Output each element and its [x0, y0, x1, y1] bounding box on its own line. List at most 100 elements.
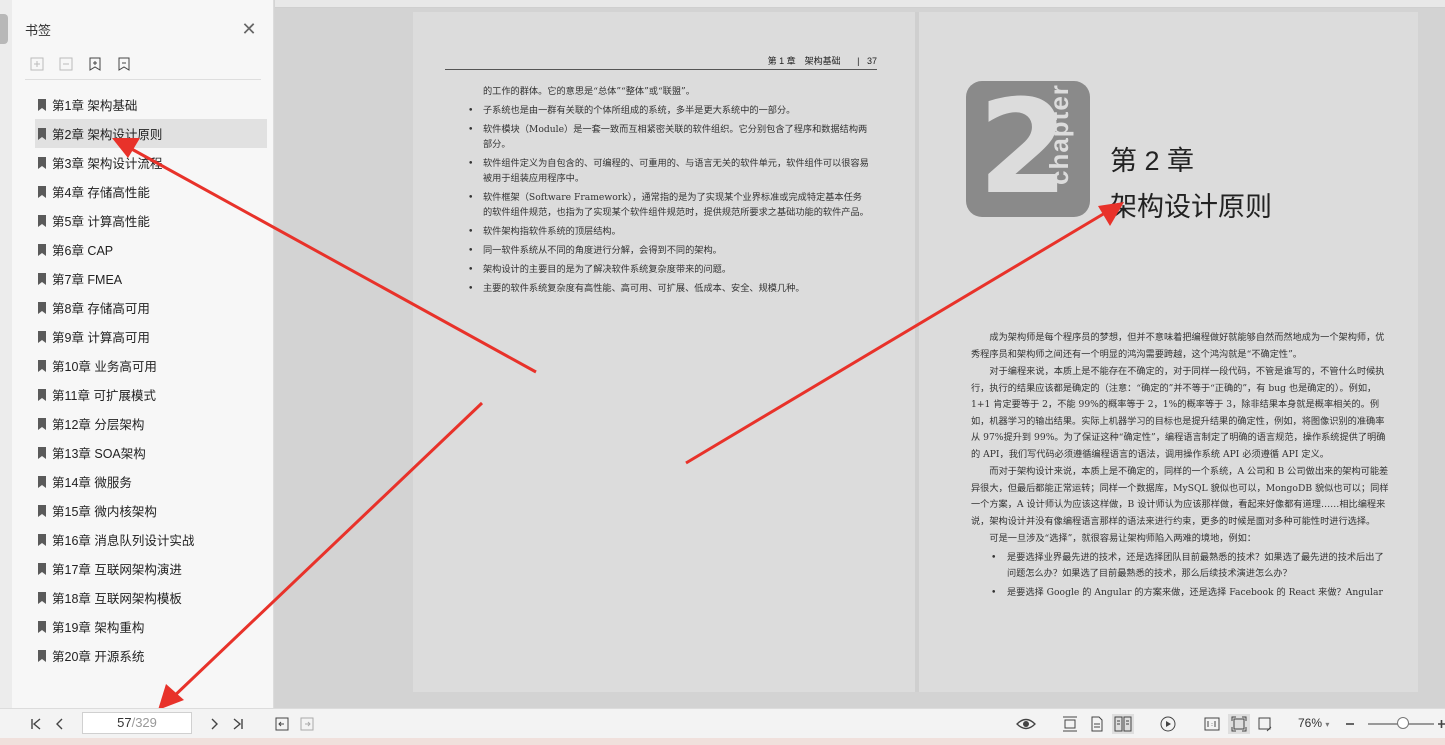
bookmark-item[interactable]: 第17章 互联网架构演进 — [35, 554, 267, 583]
bullet-list: 的工作的群体。它的意思是“总体”“整体”或“联盟”。 • 子系统也是由一群有关联的… — [468, 84, 869, 300]
zoom-slider-handle[interactable] — [1397, 717, 1410, 729]
page-38: 2 chapter 第 2 章 架构设计原则 成为架构师是每个程序员的梦想，但并… — [919, 12, 1418, 692]
running-head-title: 第 1 章 架构基础 — [767, 56, 841, 66]
bookmark-label: 第1章 架构基础 — [52, 99, 138, 113]
divider — [25, 79, 261, 80]
bookmark-item[interactable]: 第7章 FMEA — [35, 264, 267, 293]
actual-size-icon[interactable] — [1202, 714, 1222, 734]
bullet-item: • 子系统也是由一群有关联的个体所组成的系统，多半是更大系统中的一部分。 — [468, 105, 796, 116]
document-viewer[interactable]: 第 1 章 架构基础 | 37 的工作的群体。它的意思是“总体”“整体”或“联盟… — [275, 0, 1445, 708]
bookmark-label: 第11章 可扩展模式 — [52, 389, 156, 403]
bookmark-item[interactable]: 第5章 计算高性能 — [35, 206, 267, 235]
bookmark-item[interactable]: 第11章 可扩展模式 — [35, 380, 267, 409]
paragraph: 对于编程来说，本质上是不能存在不确定的，对于同样一段代码，不管是谁写的，不管什么… — [971, 366, 1386, 460]
bookmark-label: 第17章 互联网架构演进 — [52, 563, 182, 577]
panel-tab[interactable] — [0, 14, 8, 44]
bookmark-icon — [38, 504, 46, 517]
bookmark-icon — [38, 272, 46, 285]
bookmark-item[interactable]: 第13章 SOA架构 — [35, 438, 267, 467]
prev-page-icon[interactable] — [51, 714, 69, 734]
total-pages: /329 — [131, 715, 157, 730]
page-number: | 37 — [857, 56, 877, 66]
bookmark-icon[interactable] — [115, 55, 133, 73]
page-number-value: 37 — [866, 56, 877, 66]
zoom-value: 76% — [1298, 716, 1323, 730]
eye-protect-icon[interactable] — [1014, 714, 1038, 734]
bookmark-icon — [38, 185, 46, 198]
bookmark-item[interactable]: 第8章 存储高可用 — [35, 293, 267, 322]
bullet-text: 软件框架（Software Framework），通常指的是为了实现某个业界标准… — [483, 192, 869, 218]
first-page-icon[interactable] — [27, 714, 45, 734]
chapter-title: 架构设计原则 — [1110, 192, 1272, 222]
bullet-text: 是要选择业界最先进的技术，还是选择团队目前最熟悉的技术？如果选了最先进的技术后出… — [1007, 551, 1384, 580]
bookmark-label: 第12章 分层架构 — [52, 418, 145, 432]
zoom-out-icon[interactable] — [1343, 714, 1357, 734]
add-bookmark-icon[interactable] — [86, 55, 104, 73]
close-icon[interactable]: ✕ — [240, 20, 258, 38]
bookmark-list: 第1章 架构基础第2章 架构设计原则第3章 架构设计流程第4章 存储高性能第5章… — [35, 90, 267, 670]
bookmark-icon — [38, 127, 46, 140]
bookmark-label: 第7章 FMEA — [52, 273, 123, 287]
fit-width-icon[interactable] — [1255, 714, 1275, 734]
paragraph: 而对于架构设计来说，本质上是不确定的，同样的一个系统，A 公司和 B 公司做出来… — [971, 466, 1389, 527]
bookmark-item[interactable]: 第12章 分层架构 — [35, 409, 267, 438]
bullet-item: • 架构设计的主要目的是为了解决软件系统复杂度带来的问题。 — [468, 264, 732, 275]
bookmark-icon — [38, 475, 46, 488]
zoom-in-icon[interactable] — [1437, 714, 1445, 734]
bookmark-panel: 书签 ✕ 第1章 架构基础 第2章 架构设计原则 第3章 架构设计流程 第4章 存储高… — [0, 0, 274, 708]
next-page-icon[interactable] — [205, 714, 223, 734]
bookmark-item[interactable]: 第18章 互联网架构模板 — [35, 583, 267, 612]
bookmark-item[interactable]: 第1章 架构基础 — [35, 90, 267, 119]
bullet-text: 架构设计的主要目的是为了解决软件系统复杂度带来的问题。 — [483, 264, 732, 275]
two-page-icon[interactable] — [1112, 714, 1134, 734]
bookmark-icon — [38, 359, 46, 372]
expand-all-icon[interactable] — [28, 55, 46, 73]
bullet-item: • 软件组件定义为自包含的、可编程的、可重用的、与语言无关的软件单元，软件组件可以… — [468, 158, 869, 184]
forward-icon[interactable] — [298, 714, 316, 734]
bookmark-item[interactable]: 第15章 微内核架构 — [35, 496, 267, 525]
bullet-text: 软件架构指软件系统的顶层结构。 — [483, 226, 621, 237]
chapter-number: 第 2 章 — [1110, 146, 1195, 176]
bookmark-item[interactable]: 第14章 微服务 — [35, 467, 267, 496]
continuous-view-icon[interactable] — [1060, 714, 1080, 734]
bookmark-label: 第9章 计算高可用 — [52, 331, 150, 345]
bookmark-item[interactable]: 第6章 CAP — [35, 235, 267, 264]
bottom-toolbar: 57/329 76% ▾ — [0, 708, 1445, 738]
paragraph: 可是一旦涉及“选择”，就很容易让架构师陷入两难的境地，例如： — [989, 533, 1257, 544]
bullet-text: 同一软件系统从不同的角度进行分解，会得到不同的架构。 — [483, 245, 722, 256]
bookmark-item[interactable]: 第16章 消息队列设计实战 — [35, 525, 267, 554]
bookmark-toolbar — [28, 55, 133, 73]
last-page-icon[interactable] — [229, 714, 247, 734]
bookmark-icon — [38, 446, 46, 459]
intro-text: 的工作的群体。它的意思是“总体”“整体”或“联盟”。 — [483, 86, 695, 97]
bookmark-item[interactable]: 第19章 架构重构 — [35, 612, 267, 641]
single-page-icon[interactable] — [1087, 714, 1107, 734]
play-icon[interactable] — [1158, 714, 1178, 734]
bookmark-label: 第3章 架构设计流程 — [52, 157, 163, 171]
current-page: 57 — [117, 715, 132, 730]
bookmark-icon — [38, 98, 46, 111]
bookmark-label: 第5章 计算高性能 — [52, 215, 150, 229]
bullet-item: • 主要的软件系统复杂度有高性能、高可用、可扩展、低成本、安全、规模几种。 — [468, 283, 805, 294]
top-edge — [275, 0, 1445, 8]
bookmark-item[interactable]: 第9章 计算高可用 — [35, 322, 267, 351]
bookmark-label: 第19章 架构重构 — [52, 621, 145, 635]
bookmark-item[interactable]: 第20章 开源系统 — [35, 641, 267, 670]
zoom-dropdown[interactable]: 76% ▾ — [1298, 716, 1329, 730]
bullet-item: • 是要选择业界最先进的技术，还是选择团队目前最熟悉的技术？如果选了最先进的技术后… — [991, 551, 1384, 580]
back-icon[interactable] — [273, 714, 291, 734]
bookmark-label: 第8章 存储高可用 — [52, 302, 150, 316]
bookmark-icon — [38, 330, 46, 343]
bookmark-item[interactable]: 第3章 架构设计流程 — [35, 148, 267, 177]
fit-page-icon[interactable] — [1228, 714, 1250, 734]
bookmark-item[interactable]: 第4章 存储高性能 — [35, 177, 267, 206]
bullet-item: • 同一软件系统从不同的角度进行分解，会得到不同的架构。 — [468, 245, 722, 256]
bookmark-label: 第10章 业务高可用 — [52, 360, 157, 374]
bookmark-label: 第14章 微服务 — [52, 476, 132, 490]
bullet-text: 是要选择 Google 的 Angular 的方案来做，还是选择 Faceboo… — [1007, 586, 1383, 598]
bookmark-item[interactable]: 第2章 架构设计原则 — [35, 119, 267, 148]
bookmark-icon — [38, 243, 46, 256]
page-number-input[interactable]: 57/329 — [82, 712, 192, 734]
bookmark-item[interactable]: 第10章 业务高可用 — [35, 351, 267, 380]
collapse-all-icon[interactable] — [57, 55, 75, 73]
